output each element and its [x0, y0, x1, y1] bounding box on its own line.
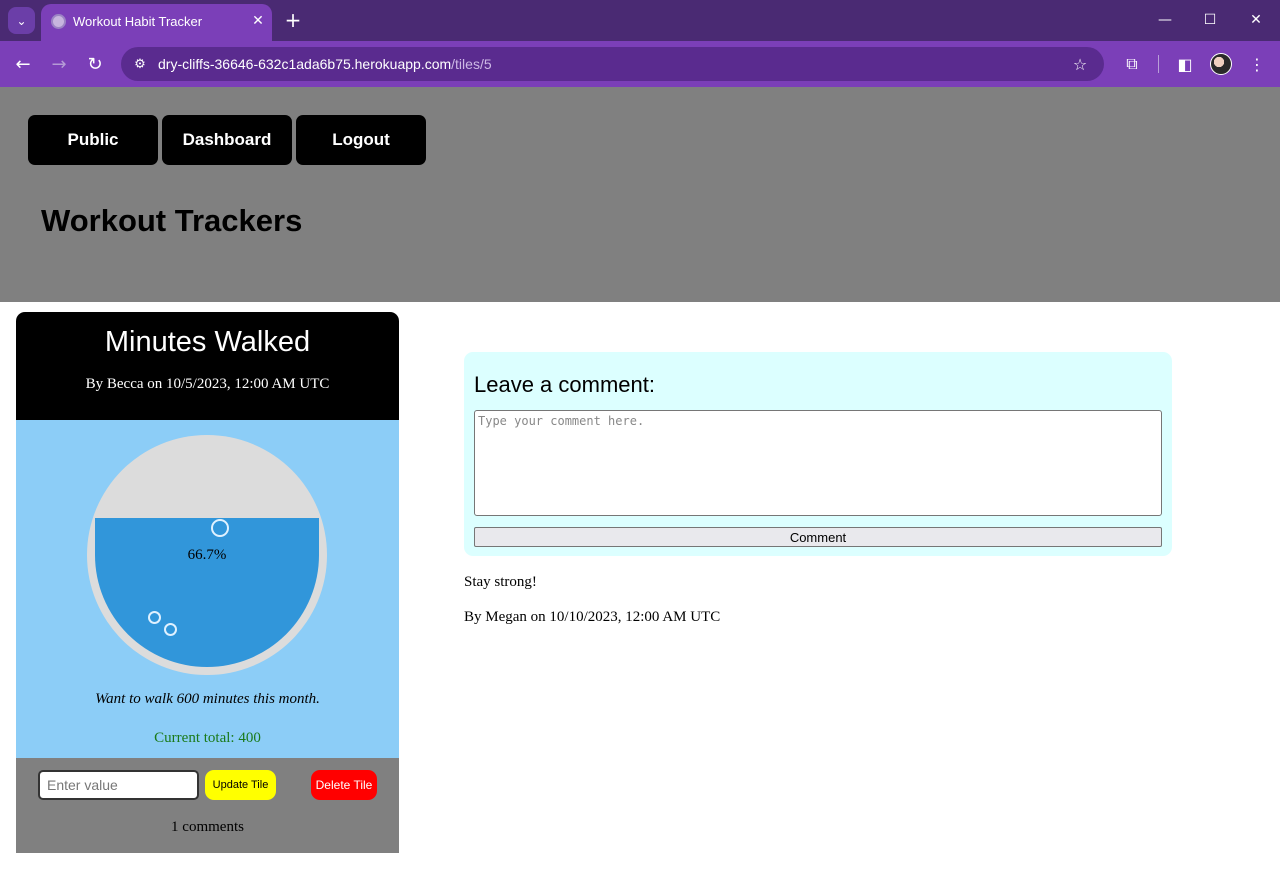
tile-byline: By Becca on 10/5/2023, 12:00 AM UTC — [85, 376, 330, 392]
comment-textarea[interactable] — [474, 410, 1162, 516]
close-icon[interactable]: ✕ — [249, 11, 267, 31]
kebab-icon[interactable]: ⋮ — [1245, 52, 1269, 76]
browser-chrome: ⌄ Workout Habit Tracker ✕ + — ☐ ✕ ← → ↻ … — [0, 0, 1280, 87]
tile-goal: Want to walk 600 minutes this month. — [95, 691, 320, 707]
tile-footer: Update Tile Delete Tile 1 comments — [16, 758, 399, 853]
side-panel-icon[interactable]: ◧ — [1173, 52, 1197, 76]
update-tile-button[interactable]: Update Tile — [205, 770, 276, 800]
tile-total: Current total: 400 — [154, 730, 261, 746]
tile-body: 66.7% Want to walk 600 minutes this mont… — [16, 420, 399, 758]
chevron-down-icon[interactable]: ⌄ — [8, 7, 35, 34]
reload-icon[interactable]: ↻ — [83, 52, 107, 76]
value-input[interactable] — [38, 770, 199, 800]
avatar[interactable] — [1210, 53, 1232, 75]
delete-tile-button[interactable]: Delete Tile — [311, 770, 377, 800]
minimize-icon[interactable]: — — [1150, 8, 1180, 32]
tile-title: Minutes Walked — [104, 326, 311, 358]
comment-byline: By Megan on 10/10/2023, 12:00 AM UTC — [464, 609, 721, 625]
nav-dashboard-button[interactable]: Dashboard — [162, 115, 292, 165]
tile-header: Minutes Walked By Becca on 10/5/2023, 12… — [16, 312, 399, 420]
star-icon[interactable]: ☆ — [1069, 53, 1091, 75]
page-title: Workout Trackers — [41, 203, 303, 238]
tracker-tile: Minutes Walked By Becca on 10/5/2023, 12… — [16, 312, 399, 853]
maximize-icon[interactable]: ☐ — [1195, 8, 1225, 32]
bubble-icon — [148, 611, 161, 624]
bubble-icon — [164, 623, 177, 636]
gauge-fill — [95, 518, 319, 667]
url-path: /tiles/5 — [451, 56, 492, 72]
toolbar-divider — [1158, 55, 1159, 73]
comment-heading: Leave a comment: — [474, 372, 655, 397]
progress-gauge: 66.7% — [87, 435, 327, 675]
page-header: Public Dashboard Logout Workout Trackers — [0, 87, 1280, 302]
comment-text: Stay strong! — [464, 574, 537, 590]
arrow-right-icon[interactable]: → — [47, 52, 71, 76]
tune-icon[interactable]: ⚙ — [130, 54, 150, 74]
nav-logout-button[interactable]: Logout — [296, 115, 426, 165]
browser-tab[interactable]: Workout Habit Tracker ✕ — [41, 4, 272, 41]
url-host: dry-cliffs-36646-632c1ada6b75.herokuapp.… — [158, 56, 452, 72]
window-close-icon[interactable]: ✕ — [1241, 8, 1271, 32]
tab-strip: ⌄ Workout Habit Tracker ✕ + — ☐ ✕ — [0, 0, 1280, 41]
address-bar[interactable]: ⚙ dry-cliffs-36646-632c1ada6b75.herokuap… — [121, 47, 1104, 81]
progress-percent: 66.7% — [187, 547, 227, 563]
tab-title: Workout Habit Tracker — [73, 14, 203, 29]
url-text[interactable]: dry-cliffs-36646-632c1ada6b75.herokuapp.… — [158, 56, 492, 72]
globe-icon — [51, 14, 66, 29]
puzzle-icon[interactable]: ⧉ — [1120, 52, 1144, 76]
arrow-left-icon[interactable]: ← — [11, 52, 35, 76]
comment-submit-button[interactable]: Comment — [474, 527, 1162, 547]
bubble-icon — [211, 519, 229, 537]
plus-icon[interactable]: + — [283, 8, 303, 32]
nav-public-button[interactable]: Public — [28, 115, 158, 165]
comment-form: Leave a comment: Comment — [464, 352, 1172, 556]
comments-count[interactable]: 1 comments — [16, 819, 399, 836]
